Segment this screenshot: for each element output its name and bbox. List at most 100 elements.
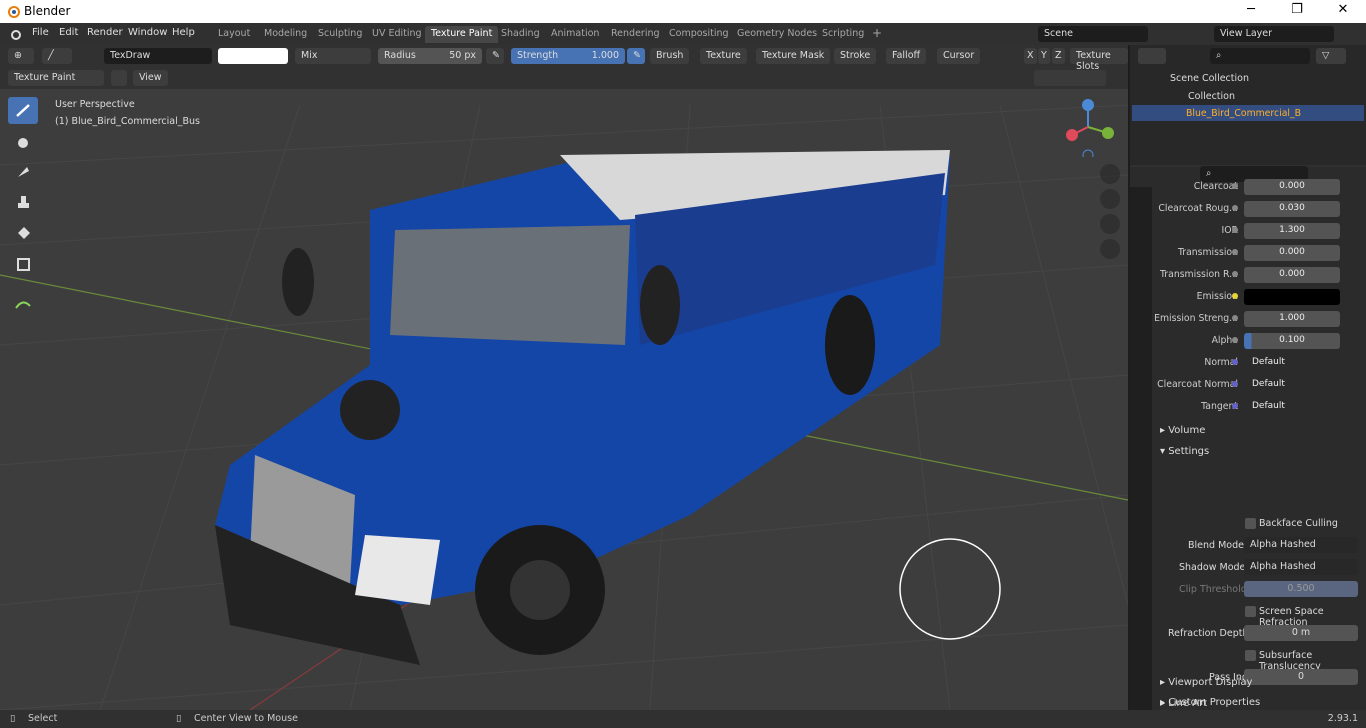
viewport-header: ⊕ ╱ TexDraw Mix Radius 50 px ✎ Strength … [0, 45, 1128, 89]
collection-item[interactable]: Collection [1188, 91, 1235, 102]
brush-color-swatch[interactable] [218, 48, 288, 64]
top-bar: File Edit Render Window Help Layout Mode… [0, 23, 1366, 45]
strength-slider[interactable]: Strength 1.000 [511, 48, 625, 64]
tab-shading[interactable]: Shading [495, 26, 546, 43]
prop-emission-strength[interactable]: Emission Streng... 1.000 [1152, 309, 1366, 329]
mirror-z-button[interactable]: Z [1052, 48, 1065, 64]
outliner-object-row[interactable]: Blue_Bird_Commercial_B [1132, 105, 1364, 121]
blender-menu-icon[interactable] [8, 27, 22, 41]
prop-clearcoat-roughness[interactable]: Clearcoat Roug... 0.030 [1152, 199, 1366, 219]
smear-icon [18, 167, 29, 177]
view-layer-selector[interactable]: View Layer [1214, 26, 1334, 42]
minimize-button[interactable]: ─ [1228, 2, 1274, 21]
section-volume[interactable]: ▸ Volume [1152, 421, 1366, 441]
shadow-mode-select[interactable]: Alpha Hashed [1244, 559, 1358, 575]
grid-ortho-icon[interactable] [1100, 239, 1120, 259]
tab-texture-paint[interactable]: Texture Paint [425, 26, 499, 43]
texture-menu[interactable]: Texture [700, 48, 747, 64]
tab-sculpting[interactable]: Sculpting [312, 26, 368, 43]
fill-tool-button[interactable] [8, 219, 38, 246]
tab-geometry-nodes[interactable]: Geometry Nodes [731, 26, 823, 43]
prop-transmission[interactable]: Transmission 0.000 [1152, 243, 1366, 263]
falloff-menu[interactable]: Falloff [886, 48, 927, 64]
menu-help[interactable]: Help [172, 27, 195, 38]
brush-menu[interactable]: Brush [650, 48, 690, 64]
mirror-y-button[interactable]: Y [1038, 48, 1050, 64]
editor-type-icon[interactable] [1138, 48, 1166, 64]
radius-slider[interactable]: Radius 50 px [378, 48, 482, 64]
radius-pressure-icon[interactable]: ✎ [486, 48, 504, 64]
viewport-object-label: (1) Blue_Bird_Commercial_Bus [55, 116, 200, 127]
clip-threshold-label: Clip Threshold [1179, 584, 1247, 595]
texture-slots-menu[interactable]: Texture Slots [1070, 48, 1128, 72]
outliner-search-icon[interactable]: ⌕ [1210, 48, 1310, 64]
clip-threshold-field[interactable]: 0.500 [1244, 581, 1358, 597]
brush-name-field[interactable]: TexDraw [104, 48, 212, 64]
strength-pressure-icon[interactable]: ✎ [627, 48, 645, 64]
zoom-icon[interactable] [1100, 164, 1120, 184]
version-label: 2.93.1 [1327, 713, 1358, 724]
backface-culling-label: Backface Culling [1259, 518, 1338, 529]
radius-label: Radius [384, 50, 416, 61]
menu-file[interactable]: File [32, 27, 49, 38]
backface-culling-checkbox[interactable] [1245, 518, 1256, 529]
blend-mode-dropdown[interactable]: Mix [295, 48, 371, 64]
blend-mode-select[interactable]: Alpha Hashed [1244, 537, 1358, 553]
stroke-menu[interactable]: Stroke [834, 48, 877, 64]
refraction-depth-field[interactable]: 0 m [1244, 625, 1358, 641]
maximize-button[interactable]: ❐ [1274, 2, 1320, 21]
soften-tool-button[interactable] [8, 128, 38, 155]
texture-mask-menu[interactable]: Texture Mask [756, 48, 831, 64]
camera-icon[interactable] [1100, 214, 1120, 234]
cursor-menu[interactable]: Cursor [937, 48, 981, 64]
add-workspace-button[interactable]: + [866, 24, 888, 41]
prop-tangent[interactable]: Tangent Default [1152, 397, 1366, 417]
mask-tool-button[interactable] [8, 250, 38, 277]
menu-edit[interactable]: Edit [59, 27, 78, 38]
tab-compositing[interactable]: Compositing [663, 26, 735, 43]
mirror-x-button[interactable]: X [1024, 48, 1037, 64]
tab-rendering[interactable]: Rendering [605, 26, 666, 43]
brush-tool-icon[interactable]: ╱ [42, 48, 72, 64]
navigation-gizmo[interactable] [1058, 97, 1118, 157]
scene-selector[interactable]: Scene [1038, 26, 1148, 42]
prop-alpha[interactable]: Alpha 0.100 [1152, 331, 1366, 351]
properties-tabs[interactable] [1130, 187, 1152, 710]
view-menu[interactable]: View [133, 70, 168, 86]
sss-checkbox[interactable] [1245, 650, 1256, 661]
filter-icon[interactable]: ▽ [1316, 48, 1346, 64]
drop-icon [18, 138, 28, 148]
prop-clearcoat-normal[interactable]: Clearcoat Normal Default [1152, 375, 1366, 395]
draw-tool-button[interactable] [8, 97, 38, 124]
blend-mode-label: Blend Mode [1188, 540, 1244, 551]
3d-viewport[interactable]: ⊕ ╱ TexDraw Mix Radius 50 px ✎ Strength … [0, 45, 1128, 710]
mask-toggle-icon[interactable] [111, 70, 127, 86]
outliner-object-label: Blue_Bird_Commercial_B [1186, 108, 1302, 119]
brush-cursor-circle [899, 538, 1001, 640]
transform-pivot-icon[interactable]: ⊕ [8, 48, 34, 64]
close-button[interactable]: ✕ [1320, 2, 1366, 21]
annotate-tool-button[interactable] [8, 288, 38, 315]
mode-selector[interactable]: Texture Paint [8, 70, 104, 86]
prop-transmission-roughness[interactable]: Transmission R... 0.000 [1152, 265, 1366, 285]
section-settings[interactable]: ▾ Settings [1152, 442, 1366, 462]
prop-ior[interactable]: IOR 1.300 [1152, 221, 1366, 241]
tab-modeling[interactable]: Modeling [258, 26, 313, 43]
smear-tool-button[interactable] [8, 158, 38, 185]
prop-emission[interactable]: Emission [1152, 287, 1366, 307]
hand-pan-icon[interactable] [1100, 189, 1120, 209]
mask-icon [17, 258, 30, 271]
menu-render[interactable]: Render [87, 27, 123, 38]
prop-normal[interactable]: Normal Default [1152, 353, 1366, 373]
menu-window[interactable]: Window [128, 27, 167, 38]
ssr-checkbox[interactable] [1245, 606, 1256, 617]
section-viewport-display[interactable]: ▸ Viewport Display [1152, 673, 1366, 693]
tab-layout[interactable]: Layout [212, 26, 256, 43]
clone-tool-button[interactable] [8, 188, 38, 215]
prop-clearcoat[interactable]: Clearcoat 0.000 [1152, 177, 1366, 197]
tab-animation[interactable]: Animation [545, 26, 605, 43]
tab-scripting[interactable]: Scripting [816, 26, 870, 43]
tab-uv-editing[interactable]: UV Editing [366, 26, 428, 43]
shading-modes[interactable] [1034, 70, 1106, 86]
shadow-mode-label: Shadow Mode [1179, 562, 1246, 573]
